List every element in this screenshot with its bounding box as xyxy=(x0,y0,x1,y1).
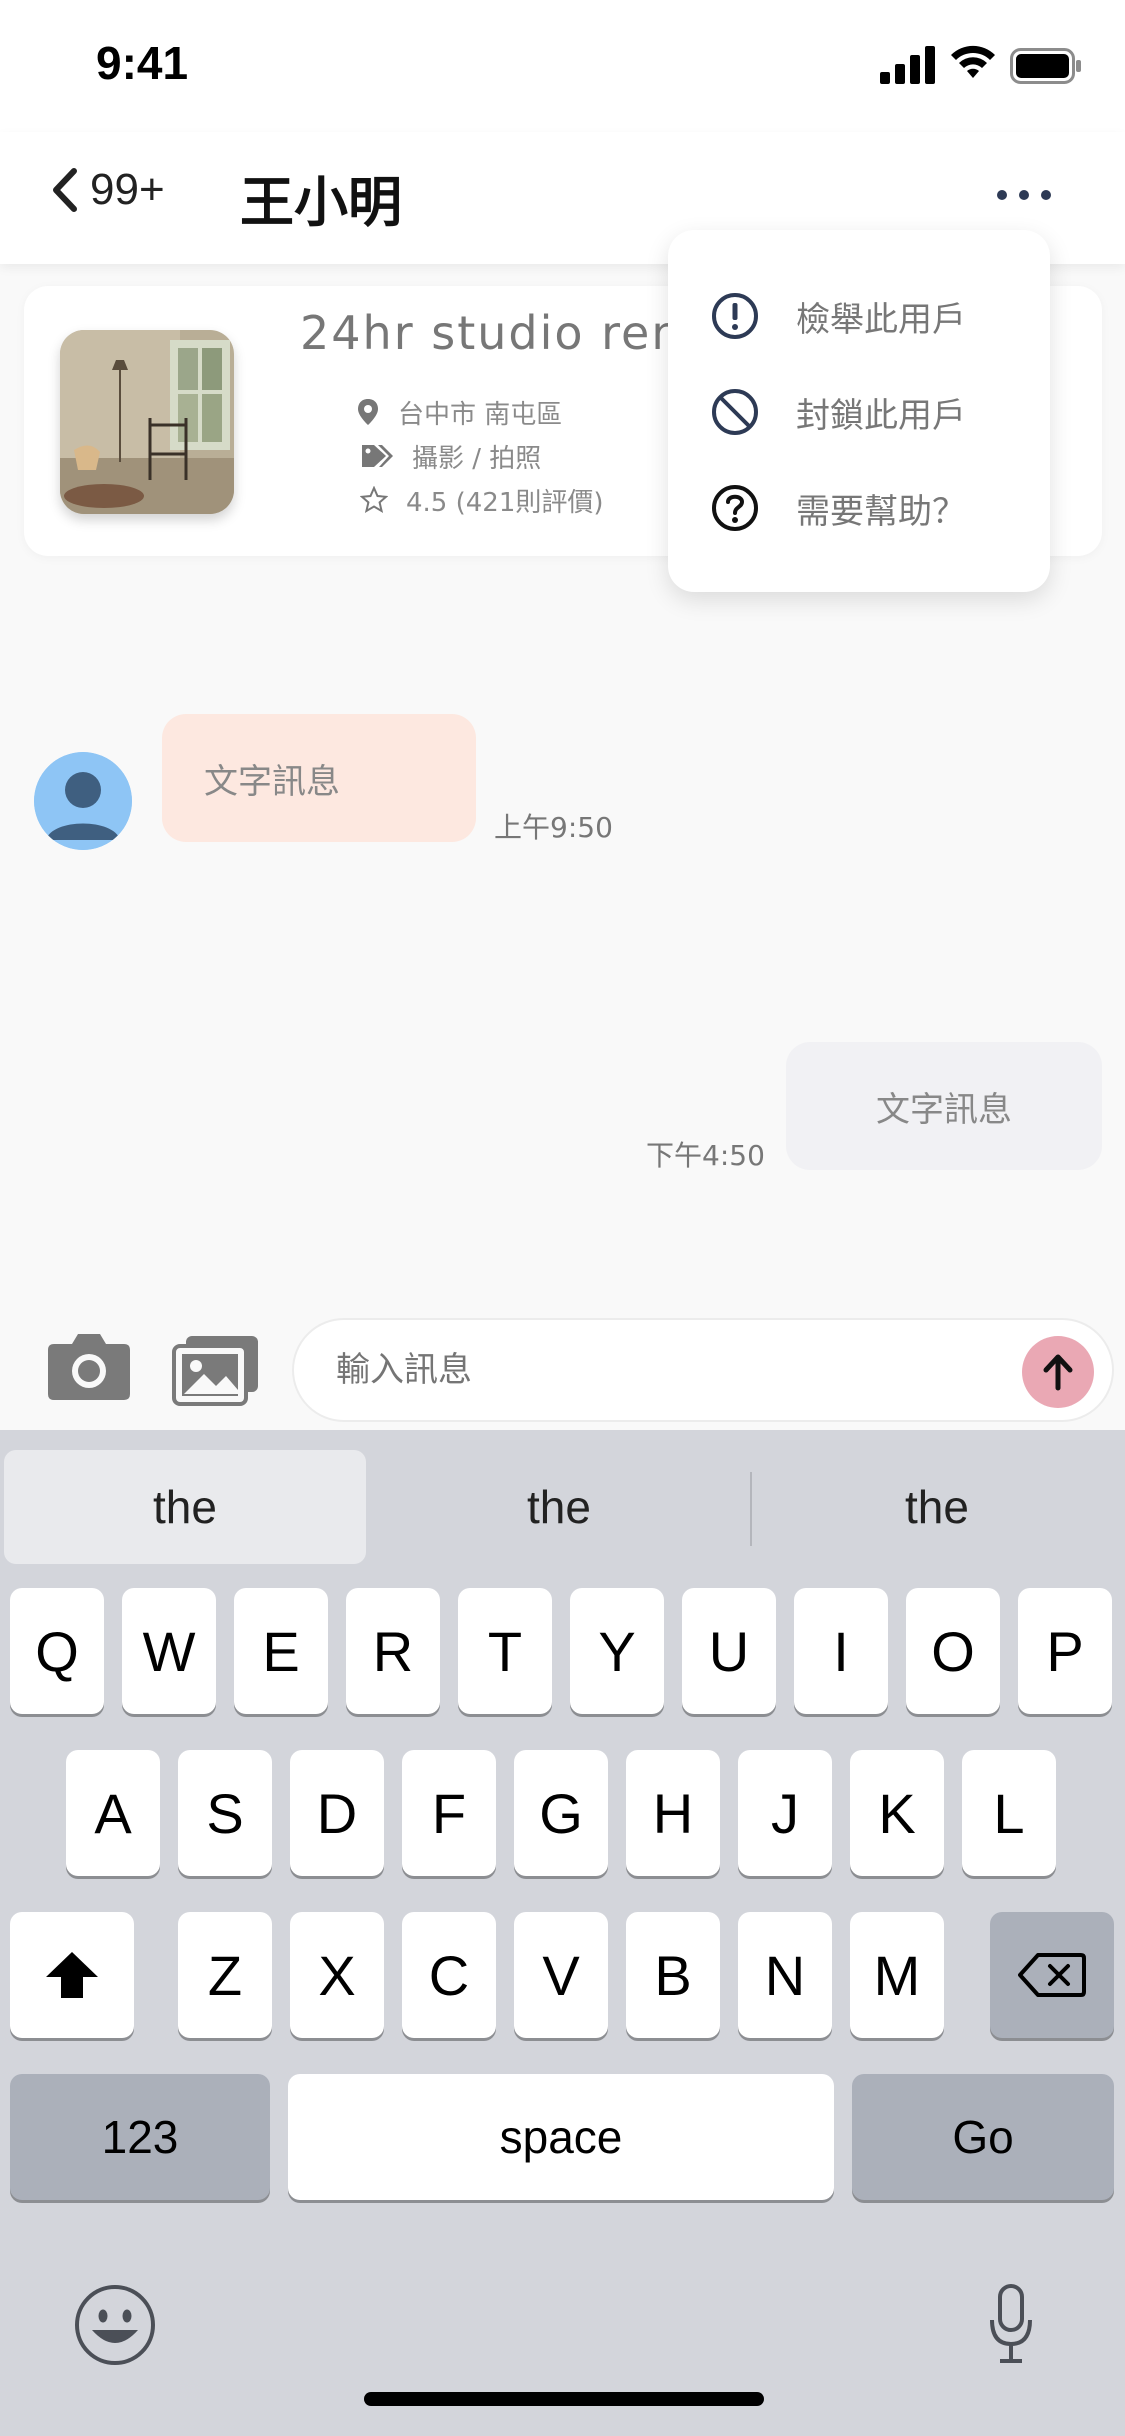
key-b[interactable]: B xyxy=(626,1912,720,2038)
menu-item-help[interactable]: 需要幫助？ xyxy=(710,478,966,538)
numbers-key[interactable]: 123 xyxy=(10,2074,270,2200)
message-input[interactable] xyxy=(292,1318,1114,1422)
key-s[interactable]: S xyxy=(178,1750,272,1876)
message-time-incoming: 上午9:50 xyxy=(494,811,613,844)
key-h[interactable]: H xyxy=(626,1750,720,1876)
suggestion-2[interactable]: the xyxy=(372,1450,746,1564)
wifi-icon xyxy=(951,45,995,78)
store-photo xyxy=(60,330,234,514)
message-time-outgoing: 下午4:50 xyxy=(646,1139,765,1172)
home-indicator xyxy=(364,2392,764,2406)
back-button[interactable]: 99+ xyxy=(50,160,165,220)
menu-item-report[interactable]: 檢舉此用戶 xyxy=(710,286,966,346)
shift-key[interactable] xyxy=(10,1912,134,2038)
key-r[interactable]: R xyxy=(346,1588,440,1714)
menu-label-block: 封鎖此用戶 xyxy=(796,395,966,436)
key-q[interactable]: Q xyxy=(10,1588,104,1714)
key-t[interactable]: T xyxy=(458,1588,552,1714)
key-f[interactable]: F xyxy=(402,1750,496,1876)
suggestion-1[interactable]: the xyxy=(4,1450,366,1564)
shift-icon xyxy=(46,1952,98,1998)
block-icon xyxy=(712,389,758,435)
cellular-signal-icon xyxy=(880,46,935,84)
key-c[interactable]: C xyxy=(402,1912,496,2038)
key-p[interactable]: P xyxy=(1018,1588,1112,1714)
arrow-up-icon xyxy=(1043,1354,1073,1391)
key-j[interactable]: J xyxy=(738,1750,832,1876)
go-key[interactable]: Go xyxy=(852,2074,1114,2200)
gallery-icon[interactable] xyxy=(172,1334,260,1406)
unread-count: 99+ xyxy=(90,165,165,214)
key-x[interactable]: X xyxy=(290,1912,384,2038)
backspace-icon xyxy=(1018,1953,1086,1997)
key-n[interactable]: N xyxy=(738,1912,832,2038)
key-y[interactable]: Y xyxy=(570,1588,664,1714)
delete-key[interactable] xyxy=(990,1912,1114,2038)
emoji-icon[interactable] xyxy=(74,2284,156,2366)
send-button[interactable] xyxy=(1022,1336,1094,1408)
star-icon xyxy=(360,486,388,514)
more-options-icon[interactable] xyxy=(994,180,1054,210)
key-w[interactable]: W xyxy=(122,1588,216,1714)
menu-label-help: 需要幫助？ xyxy=(796,491,966,532)
battery-icon xyxy=(1010,48,1081,84)
key-e[interactable]: E xyxy=(234,1588,328,1714)
key-m[interactable]: M xyxy=(850,1912,944,2038)
chevron-left-icon xyxy=(53,168,77,212)
key-o[interactable]: O xyxy=(906,1588,1000,1714)
key-v[interactable]: V xyxy=(514,1912,608,2038)
key-z[interactable]: Z xyxy=(178,1912,272,2038)
question-circle-icon xyxy=(712,485,758,531)
store-location-text: 台中市 南屯區 xyxy=(398,399,563,430)
message-bubble-outgoing: 文字訊息 xyxy=(786,1042,1102,1170)
camera-icon[interactable] xyxy=(46,1328,132,1402)
key-a[interactable]: A xyxy=(66,1750,160,1876)
key-g[interactable]: G xyxy=(514,1750,608,1876)
microphone-icon[interactable] xyxy=(988,2284,1034,2364)
tags-icon xyxy=(362,445,393,467)
store-rating: 4.5 (421則評價) xyxy=(360,480,604,520)
key-l[interactable]: L xyxy=(962,1750,1056,1876)
space-key[interactable]: space xyxy=(288,2074,834,2200)
key-d[interactable]: D xyxy=(290,1750,384,1876)
page-title: 王小明 xyxy=(240,171,402,234)
map-pin-icon xyxy=(358,399,378,425)
menu-item-block[interactable]: 封鎖此用戶 xyxy=(710,382,966,442)
store-category: 攝影 / 拍照 xyxy=(360,436,541,476)
message-bubble-incoming: 文字訊息 xyxy=(162,714,476,842)
store-name: 24hr studio rental xyxy=(300,306,680,360)
store-category-text: 攝影 / 拍照 xyxy=(412,443,542,474)
store-location: 台中市 南屯區 xyxy=(356,392,562,432)
suggestion-3[interactable]: the xyxy=(752,1450,1122,1564)
key-u[interactable]: U xyxy=(682,1588,776,1714)
avatar[interactable] xyxy=(34,752,132,850)
status-time: 9:41 xyxy=(96,37,189,89)
exclamation-circle-icon xyxy=(712,293,758,339)
key-i[interactable]: I xyxy=(794,1588,888,1714)
store-rating-text: 4.5 (421則評價) xyxy=(406,487,604,518)
menu-label-report: 檢舉此用戶 xyxy=(796,299,966,340)
key-k[interactable]: K xyxy=(850,1750,944,1876)
